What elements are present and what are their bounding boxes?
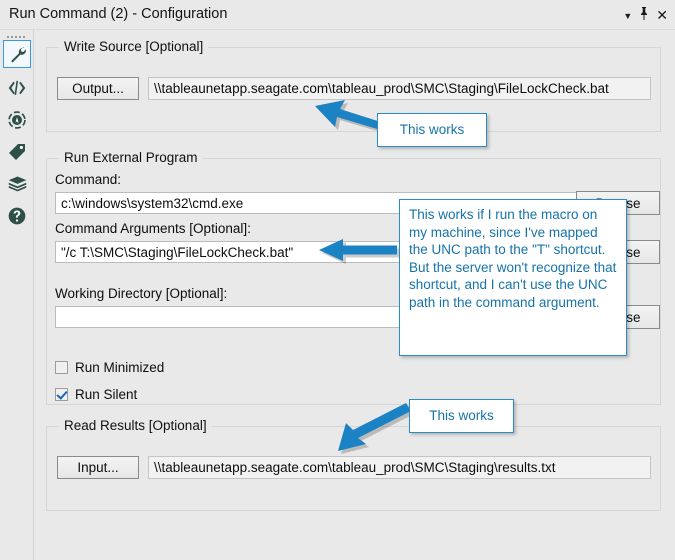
working-directory-label: Working Directory [Optional]: bbox=[55, 286, 228, 301]
command-arguments-label: Command Arguments [Optional]: bbox=[55, 221, 251, 236]
annotation-icon bbox=[7, 110, 27, 130]
tag-icon bbox=[7, 142, 27, 162]
run-silent-checkbox-row[interactable]: Run Silent bbox=[55, 387, 137, 402]
rail-item-labels[interactable] bbox=[3, 138, 31, 166]
rail-item-annotation[interactable] bbox=[3, 106, 31, 134]
run-minimized-label: Run Minimized bbox=[75, 360, 165, 375]
rail-item-configuration[interactable] bbox=[3, 40, 31, 68]
annotation-callout-middle-text: This works if I run the macro on my mach… bbox=[409, 207, 617, 310]
run-command-configuration-window: Run Command (2) - Configuration ▼ ✕ Writ… bbox=[0, 0, 675, 560]
run-minimized-checkbox-row[interactable]: Run Minimized bbox=[55, 360, 164, 375]
wrench-icon bbox=[8, 45, 27, 64]
annotation-callout-bottom: This works bbox=[409, 399, 514, 433]
write-source-group-title: Write Source [Optional] bbox=[59, 39, 209, 54]
run-silent-label: Run Silent bbox=[75, 387, 138, 402]
write-source-path-field[interactable]: \\tableaunetapp.seagate.com\tableau_prod… bbox=[148, 77, 651, 100]
rail-item-package[interactable] bbox=[3, 170, 31, 198]
read-results-path-field[interactable]: \\tableaunetapp.seagate.com\tableau_prod… bbox=[148, 456, 651, 479]
rail-item-xml[interactable] bbox=[3, 74, 31, 102]
annotation-arrow-bottom bbox=[336, 401, 416, 457]
annotation-arrow-middle bbox=[318, 236, 400, 266]
read-results-group-title: Read Results [Optional] bbox=[59, 418, 212, 433]
annotation-callout-top-text: This works bbox=[399, 122, 465, 138]
command-label: Command: bbox=[55, 172, 122, 187]
rail-grip bbox=[7, 34, 27, 39]
annotation-callout-top: This works bbox=[377, 113, 487, 147]
annotation-callout-middle: This works if I run the macro on my mach… bbox=[399, 199, 627, 356]
help-icon bbox=[7, 206, 27, 226]
pin-icon[interactable] bbox=[639, 7, 649, 23]
window-title: Run Command (2) - Configuration bbox=[9, 6, 228, 22]
title-bar: Run Command (2) - Configuration ▼ ✕ bbox=[0, 0, 675, 30]
window-controls: ▼ ✕ bbox=[623, 7, 668, 23]
chevron-down-icon[interactable]: ▼ bbox=[623, 11, 632, 21]
output-button[interactable]: Output... bbox=[57, 77, 139, 100]
close-icon[interactable]: ✕ bbox=[656, 8, 668, 22]
run-minimized-checkbox[interactable] bbox=[55, 361, 68, 374]
annotation-callout-bottom-text: This works bbox=[429, 408, 494, 424]
icon-rail bbox=[0, 30, 34, 560]
run-silent-checkbox[interactable] bbox=[55, 388, 68, 401]
rail-item-help[interactable] bbox=[3, 202, 31, 230]
run-external-program-group-title: Run External Program bbox=[59, 150, 203, 165]
package-icon bbox=[7, 174, 28, 194]
code-icon bbox=[7, 79, 27, 97]
input-button[interactable]: Input... bbox=[57, 456, 139, 479]
